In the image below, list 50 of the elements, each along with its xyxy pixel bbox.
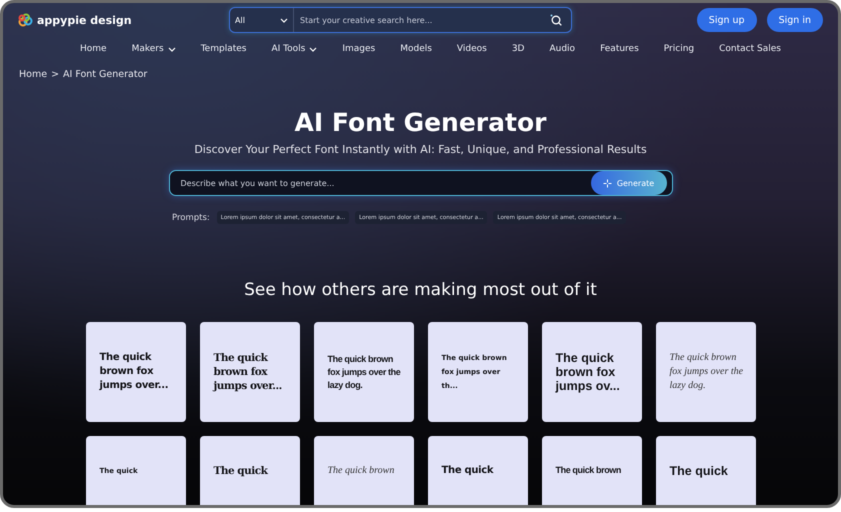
search-icon[interactable] xyxy=(549,13,563,27)
font-sample-card[interactable]: The quick xyxy=(200,436,300,505)
prompts-label: Prompts: xyxy=(172,212,210,222)
nav-link[interactable]: 3D xyxy=(512,44,524,54)
nav-link[interactable]: Contact Sales xyxy=(719,44,781,54)
breadcrumb-separator: > xyxy=(51,69,60,80)
nav-link[interactable]: Features xyxy=(600,44,639,54)
font-sample-card[interactable]: The quick xyxy=(428,436,528,505)
nav-link[interactable]: Templates xyxy=(200,44,246,54)
sign-up-button[interactable]: Sign up xyxy=(696,8,757,32)
nav-link[interactable]: Home xyxy=(80,44,107,54)
section-title: See how others are making most out of it xyxy=(243,280,598,300)
font-sample-card[interactable]: The quick brown fox jumps over... xyxy=(200,322,300,422)
nav-link[interactable]: Videos xyxy=(456,44,487,54)
sign-in-button[interactable]: Sign in xyxy=(766,8,823,32)
page-subtitle: Discover Your Perfect Font Instantly with AI: Fast, Unique, and Professional Results xyxy=(193,143,648,156)
font-sample-text: The quick xyxy=(214,464,268,478)
font-sample-card[interactable]: The quick brown fox jumps ov... xyxy=(542,322,642,422)
chevron-down-icon xyxy=(168,46,176,52)
category-dropdown[interactable]: All xyxy=(230,8,294,32)
breadcrumb-link[interactable]: Home xyxy=(19,69,48,80)
chevron-down-icon xyxy=(309,46,318,52)
font-sample-card[interactable]: The quick brown xyxy=(542,436,642,505)
logo-icon xyxy=(18,13,34,27)
font-sample-text: The quick brown fox jumps ov... xyxy=(556,351,621,393)
nav-link[interactable]: Images xyxy=(342,44,376,54)
font-sample-text: The quick xyxy=(442,464,494,478)
breadcrumb-link[interactable]: AI Font Generator xyxy=(63,69,148,80)
font-sample-text: The quick xyxy=(670,464,728,478)
font-sample-text: The quick brown xyxy=(328,464,394,478)
font-sample-text: The quick brown fox jumps over... xyxy=(214,351,283,393)
font-sample-card[interactable]: The quick brown fox jumps over... xyxy=(86,322,186,422)
nav-link[interactable]: AI Tools xyxy=(271,44,318,54)
nav-link[interactable]: Audio xyxy=(549,44,576,54)
font-sample-card[interactable]: The quick brown xyxy=(314,436,414,505)
font-sample-card[interactable]: The quick brown fox jumps over the lazy dog. xyxy=(314,322,414,422)
page-title: AI Font Generator xyxy=(294,108,548,137)
font-sample-text: The quick brown fox jumps over... xyxy=(100,351,170,393)
nav-link[interactable]: Models xyxy=(400,44,432,54)
font-sample-text: The quick brown fox jumps over the lazy dog. xyxy=(670,351,744,393)
font-sample-card[interactable]: The quick xyxy=(656,436,756,505)
logo-text[interactable]: appypie design xyxy=(37,14,132,26)
nav-link[interactable]: Pricing xyxy=(664,44,694,54)
sparkle-icon xyxy=(602,178,612,188)
font-sample-text: The quick brown fox jumps over the lazy dog. xyxy=(328,352,402,392)
nav-link[interactable]: Makers xyxy=(132,44,176,54)
font-sample-text: The quick brown xyxy=(556,464,622,477)
font-sample-card[interactable]: The quick brown fox jumps over the lazy dog. xyxy=(656,322,756,422)
search-bar[interactable]: All Start your creative search here... xyxy=(229,7,572,33)
chevron-down-icon xyxy=(280,18,288,22)
